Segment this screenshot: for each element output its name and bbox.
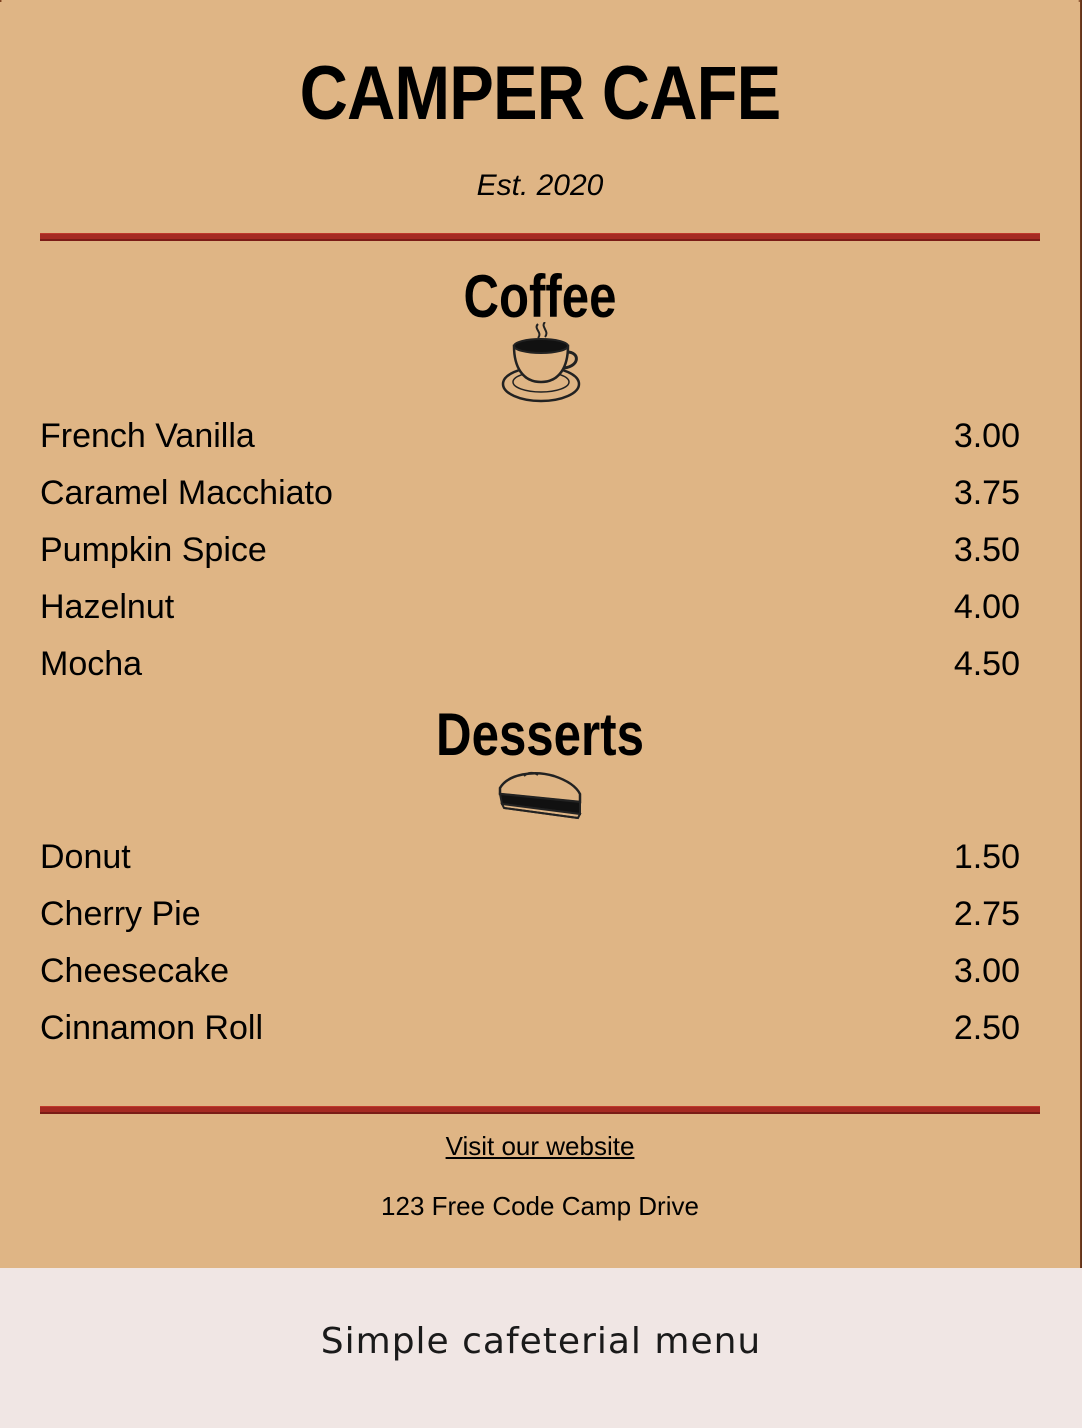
item-price: 3.00 [953, 952, 1020, 990]
pie-slice-icon [498, 771, 582, 820]
item-name: Cinnamon Roll [40, 1009, 263, 1047]
section-title-coffee: Coffee [463, 263, 617, 330]
menu-item: Cherry Pie 2.75 [40, 894, 1020, 934]
menu-item: Cinnamon Roll 2.50 [40, 1008, 1020, 1048]
item-price: 2.75 [953, 895, 1020, 933]
menu-item: Hazelnut 4.00 [40, 587, 1020, 627]
menu-card: CAMPER CAFE Est. 2020 Coffee French Vani… [0, 2, 1080, 1268]
image-caption: Simple cafeterial menu [320, 1321, 762, 1362]
bottom-divider [40, 1106, 1040, 1114]
footer-link-row: Visit our website [0, 1130, 1080, 1162]
menu-item: Donut 1.50 [40, 837, 1020, 877]
item-name: Mocha [40, 645, 143, 683]
item-price: 3.75 [953, 474, 1020, 512]
item-price: 2.50 [953, 1009, 1020, 1047]
item-name: Pumpkin Spice [40, 531, 267, 569]
item-name: Donut [40, 838, 131, 876]
section-title-desserts: Desserts [436, 701, 644, 768]
item-name: French Vanilla [40, 417, 255, 455]
item-price: 3.00 [953, 417, 1020, 455]
footer-address: 123 Free Code Camp Drive [381, 1191, 699, 1221]
menu-item: Mocha 4.50 [40, 644, 1020, 684]
item-price: 1.50 [953, 838, 1020, 876]
menu-item: Caramel Macchiato 3.75 [40, 473, 1020, 513]
menu-item: Cheesecake 3.00 [40, 951, 1020, 991]
item-name: Cheesecake [40, 952, 230, 990]
item-price: 4.00 [953, 588, 1020, 626]
coffee-cup-icon [501, 322, 581, 403]
item-price: 4.50 [953, 645, 1020, 683]
menu-item: Pumpkin Spice 3.50 [40, 530, 1020, 570]
visit-website-link[interactable]: Visit our website [446, 1131, 635, 1161]
menu-item: French Vanilla 3.00 [40, 416, 1020, 456]
item-name: Hazelnut [40, 588, 175, 626]
item-price: 3.50 [953, 531, 1020, 569]
item-name: Cherry Pie [40, 895, 201, 933]
top-divider [40, 233, 1040, 241]
established-text: Est. 2020 [476, 169, 604, 202]
item-name: Caramel Macchiato [40, 474, 333, 512]
cafe-title: CAMPER CAFE [299, 51, 782, 136]
